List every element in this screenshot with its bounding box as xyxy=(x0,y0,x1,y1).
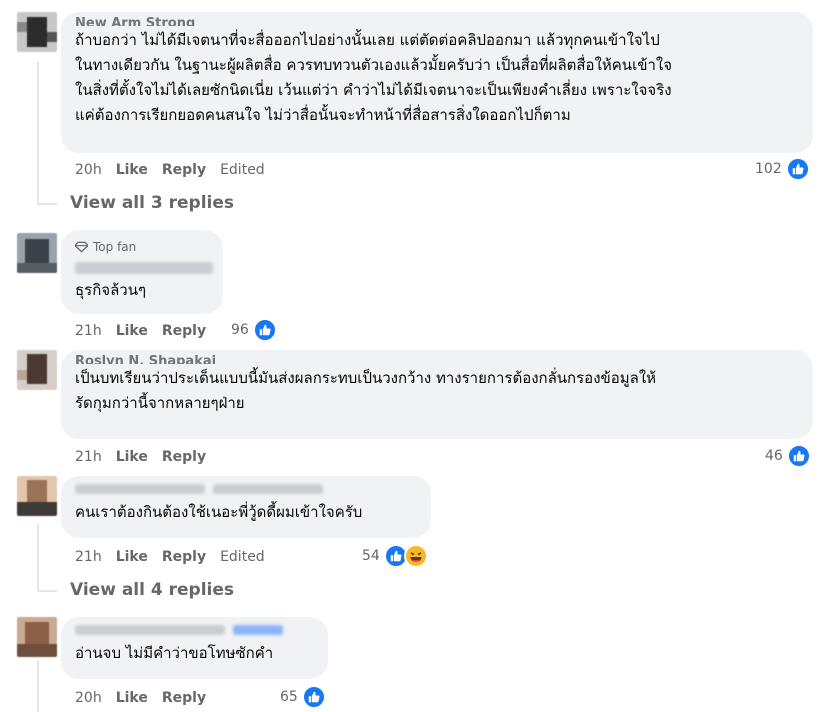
comment-bubble: Roslyn N. Shapakai เป็นบทเรียนว่าประเด็น… xyxy=(61,350,813,439)
comment-timestamp[interactable]: 20h xyxy=(75,162,102,178)
reaction-number: 102 xyxy=(755,161,782,177)
diamond-icon xyxy=(75,241,88,253)
comment-author[interactable] xyxy=(75,625,225,635)
reaction-number: 96 xyxy=(231,322,249,338)
comment-author[interactable] xyxy=(75,484,205,494)
comment-bubble: New Arm Strong ถ้าบอกว่า ไม่ได้มีเจตนาที… xyxy=(61,12,813,153)
thread-line xyxy=(37,62,39,204)
comment-actions: 20h Like Reply Edited xyxy=(75,160,265,180)
reaction-count[interactable]: 65 xyxy=(280,685,326,709)
author-badge xyxy=(213,484,323,494)
avatar[interactable] xyxy=(17,350,57,390)
thread-branch xyxy=(37,590,57,592)
comment-text: อ่านจบ ไม่มีคำว่าขอโทษซักคำ xyxy=(75,644,274,662)
comment-timestamp[interactable]: 21h xyxy=(75,449,102,465)
reply-button[interactable]: Reply xyxy=(162,549,206,565)
thread-branch xyxy=(37,203,57,205)
edited-label[interactable]: Edited xyxy=(220,162,265,178)
reaction-count[interactable]: 54 xyxy=(362,544,428,568)
view-replies-link[interactable]: View all 4 replies xyxy=(70,580,234,600)
comment-bubble: อ่านจบ ไม่มีคำว่าขอโทษซักคำ xyxy=(61,617,328,679)
avatar[interactable] xyxy=(17,617,57,657)
comment-actions: 20h Like Reply xyxy=(75,688,206,708)
comment-text: เป็นบทเรียนว่าประเด็นแบบนี้มันส่งผลกระทบ… xyxy=(75,369,657,412)
author-badge xyxy=(233,625,283,635)
like-button[interactable]: Like xyxy=(116,690,148,706)
reaction-count[interactable]: 46 xyxy=(765,444,811,468)
like-button[interactable]: Like xyxy=(116,549,148,565)
avatar[interactable] xyxy=(17,12,57,52)
comment-author[interactable] xyxy=(75,262,213,274)
comment-bubble: คนเราต้องกินต้องใช้เนอะพี่วู้ดดี้ผมเข้าใ… xyxy=(61,476,431,538)
like-button[interactable]: Like xyxy=(116,162,148,178)
thread-line xyxy=(37,524,39,591)
comment-actions: 21h Like Reply xyxy=(75,321,206,341)
reaction-number: 65 xyxy=(280,689,298,705)
top-fan-label: Top fan xyxy=(93,240,137,254)
reaction-count[interactable]: 102 xyxy=(755,157,810,181)
like-reaction-icon xyxy=(252,318,277,342)
comment-text: ธุรกิจล้วนๆ xyxy=(75,281,147,299)
comment-timestamp[interactable]: 20h xyxy=(75,690,102,706)
comment-timestamp[interactable]: 21h xyxy=(75,323,102,339)
like-reaction-icon xyxy=(786,444,811,468)
reply-button[interactable]: Reply xyxy=(162,449,206,465)
reply-button[interactable]: Reply xyxy=(162,323,206,339)
like-button[interactable]: Like xyxy=(116,449,148,465)
reply-button[interactable]: Reply xyxy=(162,690,206,706)
avatar[interactable] xyxy=(17,233,57,273)
comment-timestamp[interactable]: 21h xyxy=(75,549,102,565)
comment-actions: 21h Like Reply Edited xyxy=(75,547,265,567)
edited-label[interactable]: Edited xyxy=(220,549,265,565)
reaction-number: 54 xyxy=(362,548,380,564)
like-reaction-icon xyxy=(301,685,326,709)
reply-button[interactable]: Reply xyxy=(162,162,206,178)
comment-actions: 21h Like Reply xyxy=(75,447,206,467)
haha-reaction-icon xyxy=(403,544,428,568)
avatar[interactable] xyxy=(17,476,57,516)
comment-text: ถ้าบอกว่า ไม่ได้มีเจตนาที่จะสื่อออกไปอย่… xyxy=(75,31,672,124)
like-button[interactable]: Like xyxy=(116,323,148,339)
comment-bubble: Top fan ธุรกิจล้วนๆ xyxy=(61,230,223,314)
view-replies-link[interactable]: View all 3 replies xyxy=(70,193,234,213)
like-reaction-icon xyxy=(785,157,810,181)
comment-text: คนเราต้องกินต้องใช้เนอะพี่วู้ดดี้ผมเข้าใ… xyxy=(75,503,363,521)
thread-line xyxy=(37,660,39,712)
reaction-number: 46 xyxy=(765,448,783,464)
comment-author[interactable]: Roslyn N. Shapakai xyxy=(75,354,799,364)
comment-author[interactable]: New Arm Strong xyxy=(75,16,799,26)
reaction-count[interactable]: 96 xyxy=(231,318,277,342)
top-fan-badge: Top fan xyxy=(75,238,209,256)
